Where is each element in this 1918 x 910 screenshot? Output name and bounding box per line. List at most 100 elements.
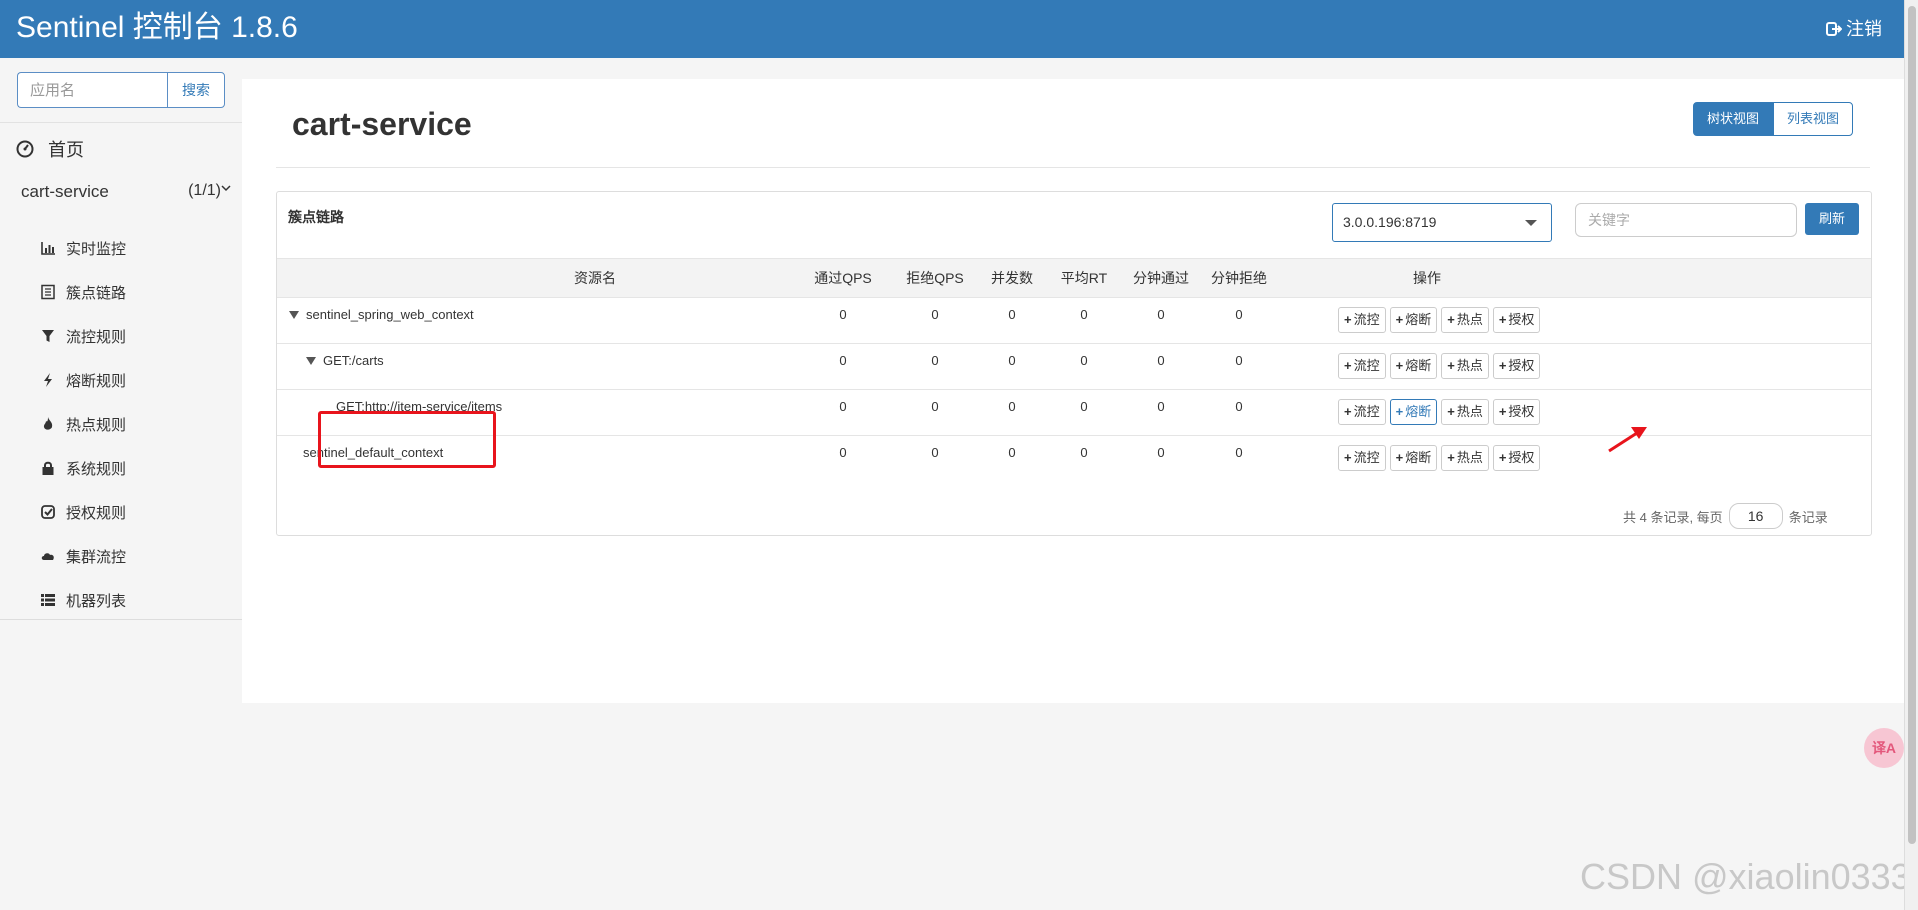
resource-panel: 簇点链路 3.0.0.196:8719 刷新 资源名 通过QPS 拒绝QPS 并… — [276, 191, 1872, 536]
expand-triangle-icon[interactable] — [289, 310, 299, 319]
pass-qps: 0 — [839, 399, 847, 414]
add-hotspot-rule-button[interactable]: + 热点 — [1441, 307, 1489, 333]
column-header: 平均RT — [1060, 270, 1108, 286]
sidebar-item-label: 首页 — [48, 140, 84, 160]
table-row: GET:/carts 0 0 0 0 0 0 + 流控 + 熔断 + 热点 + 授权 — [277, 344, 1871, 390]
button-label: 热点 — [1456, 404, 1483, 419]
list-view-button[interactable]: 列表视图 — [1773, 102, 1854, 136]
tree-view-button[interactable]: 树状视图 — [1693, 102, 1774, 136]
divider — [0, 122, 242, 123]
sidebar-item-cluster-flow[interactable]: 集群流控 — [40, 534, 126, 578]
plus-icon: + — [1498, 404, 1507, 419]
machine-select[interactable]: 3.0.0.196:8719 — [1332, 203, 1552, 242]
sidebar-item-realtime-monitor[interactable]: 实时监控 — [40, 226, 126, 270]
app-search-input[interactable] — [17, 72, 167, 108]
add-hotspot-rule-button[interactable]: + 热点 — [1441, 445, 1489, 471]
avg-rt: 0 — [1080, 445, 1088, 460]
sidebar-menu: 实时监控 簇点链路 流控规则 熔断规则 热点规则 系统规则 授权规则 集群流控 — [40, 226, 126, 622]
keyword-input[interactable] — [1575, 203, 1797, 237]
add-authority-rule-button[interactable]: + 授权 — [1492, 445, 1541, 471]
sidebar-app-cart-service[interactable]: cart-service (1/1) — [21, 182, 231, 208]
refresh-button[interactable]: 刷新 — [1805, 203, 1859, 235]
list-icon — [41, 594, 55, 606]
add-flow-rule-button[interactable]: + 流控 — [1338, 399, 1386, 425]
plus-icon: + — [1498, 358, 1507, 373]
sidebar-item-hotspot-rules[interactable]: 热点规则 — [40, 402, 126, 446]
sidebar-item-label: 集群流控 — [66, 548, 127, 566]
block-qps: 0 — [931, 399, 939, 414]
column-header: 并发数 — [991, 270, 1033, 286]
red-arrow-icon — [1608, 427, 1647, 453]
sidebar: 搜索 首页 cart-service (1/1) 实时监控 簇点链路 流控规则 … — [0, 58, 242, 620]
add-degrade-rule-button[interactable]: + 熔断 — [1389, 307, 1438, 333]
avg-rt: 0 — [1080, 307, 1088, 322]
add-flow-rule-button[interactable]: + 流控 — [1338, 353, 1386, 379]
add-degrade-rule-button[interactable]: + 熔断 — [1389, 353, 1438, 379]
column-header: 操作 — [1413, 270, 1441, 286]
pass-qps: 0 — [839, 307, 847, 322]
add-degrade-rule-button[interactable]: + 熔断 — [1389, 399, 1438, 425]
plus-icon: + — [1447, 312, 1455, 327]
row-actions: + 流控 + 熔断 + 热点 + 授权 — [1338, 399, 1541, 425]
add-authority-rule-button[interactable]: + 授权 — [1492, 353, 1541, 379]
button-label: 授权 — [1508, 404, 1535, 419]
sidebar-item-machine-list[interactable]: 机器列表 — [40, 578, 126, 622]
add-authority-rule-button[interactable]: + 授权 — [1492, 399, 1541, 425]
button-label: 流控 — [1353, 404, 1380, 419]
scrollbar-thumb[interactable] — [1908, 6, 1916, 844]
avg-rt: 0 — [1080, 353, 1088, 368]
minute-pass: 0 — [1157, 307, 1165, 322]
vertical-scrollbar[interactable] — [1904, 0, 1918, 910]
app-search-button[interactable]: 搜索 — [167, 72, 225, 108]
column-header: 分钟通过 — [1133, 270, 1189, 286]
plus-icon: + — [1344, 450, 1352, 465]
sidebar-item-home[interactable]: 首页 — [16, 134, 84, 164]
translate-icon[interactable]: 译A — [1864, 728, 1904, 768]
page-size-input[interactable]: 16 — [1728, 503, 1783, 529]
plus-icon: + — [1498, 312, 1507, 327]
button-label: 流控 — [1353, 312, 1380, 327]
top-navbar: Sentinel 控制台 1.8.6 注销 — [0, 0, 1904, 58]
sidebar-item-label: 热点规则 — [66, 416, 127, 434]
sidebar-item-cluster-link[interactable]: 簇点链路 — [40, 270, 126, 314]
logout-label: 注销 — [1846, 19, 1882, 39]
sidebar-item-label: 流控规则 — [66, 328, 127, 346]
resource-name[interactable]: GET:/carts — [306, 353, 384, 368]
threads: 0 — [1008, 399, 1016, 414]
threads: 0 — [1008, 307, 1016, 322]
add-hotspot-rule-button[interactable]: + 热点 — [1441, 353, 1489, 379]
resource-name[interactable]: sentinel_spring_web_context — [289, 307, 474, 322]
sidebar-item-degrade-rules[interactable]: 熔断规则 — [40, 358, 126, 402]
add-flow-rule-button[interactable]: + 流控 — [1338, 445, 1386, 471]
plus-icon: + — [1498, 450, 1507, 465]
minute-block: 0 — [1235, 353, 1243, 368]
plus-icon: + — [1447, 450, 1455, 465]
divider — [276, 167, 1870, 168]
pager-suffix: 条记录 — [1788, 509, 1828, 525]
chevron-down-icon — [221, 185, 231, 192]
red-highlight-box — [318, 411, 496, 468]
sidebar-item-label: 熔断规则 — [66, 372, 127, 390]
add-hotspot-rule-button[interactable]: + 热点 — [1441, 399, 1489, 425]
watermark: CSDN @xiaolin0333 — [1580, 856, 1911, 897]
add-degrade-rule-button[interactable]: + 熔断 — [1389, 445, 1438, 471]
app-machine-count: (1/1) — [188, 182, 231, 200]
add-authority-rule-button[interactable]: + 授权 — [1492, 307, 1541, 333]
sidebar-item-flow-rules[interactable]: 流控规则 — [40, 314, 126, 358]
main-content: cart-service 树状视图 列表视图 簇点链路 3.0.0.196:87… — [242, 79, 1904, 703]
app-title[interactable]: Sentinel 控制台 1.8.6 — [16, 10, 298, 46]
add-flow-rule-button[interactable]: + 流控 — [1338, 307, 1386, 333]
button-label: 授权 — [1508, 450, 1535, 465]
plus-icon: + — [1395, 450, 1404, 465]
plus-icon: + — [1395, 358, 1404, 373]
pager-total: 共 4 条记录, 每页 — [1623, 509, 1723, 525]
expand-triangle-icon[interactable] — [306, 356, 316, 365]
caret-down-icon — [1525, 220, 1537, 226]
sidebar-item-system-rules[interactable]: 系统规则 — [40, 446, 126, 490]
check-square-icon — [41, 505, 55, 519]
plus-icon: + — [1447, 358, 1455, 373]
block-qps: 0 — [931, 445, 939, 460]
sidebar-item-authority-rules[interactable]: 授权规则 — [40, 490, 126, 534]
lock-icon — [42, 461, 54, 475]
logout-link[interactable]: 注销 — [1826, 18, 1882, 40]
